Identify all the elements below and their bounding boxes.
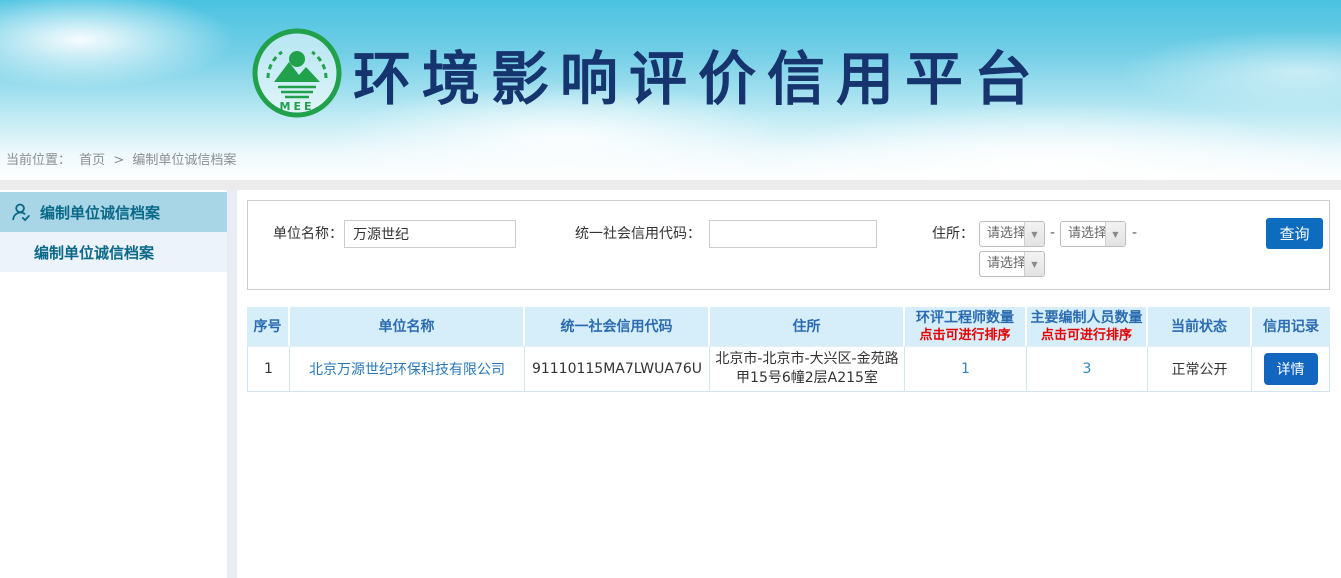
- col-header-unit-name: 单位名称: [290, 307, 525, 346]
- mee-logo-icon: MEE: [250, 26, 344, 120]
- detail-button[interactable]: 详情: [1264, 353, 1318, 385]
- col-header-credit-record: 信用记录: [1252, 307, 1330, 346]
- breadcrumb-separator: >: [113, 153, 124, 168]
- credit-code-input[interactable]: [709, 220, 877, 248]
- unit-name-link[interactable]: 北京万源世纪环保科技有限公司: [309, 362, 505, 378]
- chevron-down-icon[interactable]: ▼: [1105, 222, 1125, 246]
- engineer-count-link[interactable]: 1: [961, 361, 970, 377]
- cell-credit-code: 91110115MA7LWUA76U: [525, 346, 710, 392]
- search-panel: 单位名称： 统一社会信用代码： 住所： 请选择 ▼ - 请选择 ▼ - 请选择 …: [247, 200, 1330, 290]
- chevron-down-icon[interactable]: ▼: [1024, 222, 1044, 246]
- sidebar-content-divider: [227, 190, 237, 578]
- table-row: 1 北京万源世纪环保科技有限公司 91110115MA7LWUA76U 北京市-…: [247, 346, 1330, 392]
- staff-count-link[interactable]: 3: [1083, 361, 1092, 377]
- province-select[interactable]: 请选择 ▼: [979, 221, 1045, 247]
- sidebar-subitem-credit-archive[interactable]: 编制单位诚信档案: [0, 232, 227, 272]
- residence-label: 住所：: [932, 220, 974, 248]
- engineer-count-sort-link[interactable]: 点击可进行排序: [907, 327, 1023, 344]
- col-header-staff-count: 主要编制人员数量 点击可进行排序: [1027, 307, 1148, 346]
- district-select-value: 请选择: [980, 252, 1024, 276]
- city-select[interactable]: 请选择 ▼: [1060, 221, 1126, 247]
- logo-mee-text: MEE: [280, 100, 315, 113]
- unit-name-input[interactable]: [344, 220, 516, 248]
- breadcrumb-current: 编制单位诚信档案: [132, 153, 236, 168]
- cell-address: 北京市-北京市-大兴区-金苑路甲15号6幢2层A215室: [710, 346, 905, 392]
- page-title: 环境影响评价信用平台: [353, 32, 1043, 116]
- header-divider: [0, 180, 1341, 190]
- table-header-row: 序号 单位名称 统一社会信用代码 住所 环评工程师数量 点击可进行排序: [247, 307, 1330, 346]
- site-banner: MEE 环境影响评价信用平台 当前位置： 首页 > 编制单位诚信档案: [0, 0, 1341, 180]
- cell-index: 1: [247, 346, 290, 392]
- results-table: 序号 单位名称 统一社会信用代码 住所 环评工程师数量 点击可进行排序: [247, 307, 1330, 392]
- col-header-address: 住所: [710, 307, 905, 346]
- sidebar: 编制单位诚信档案 编制单位诚信档案: [0, 190, 227, 578]
- unit-name-label: 单位名称：: [273, 220, 343, 248]
- sidebar-item-credit-archive[interactable]: 编制单位诚信档案: [0, 192, 227, 232]
- staff-count-sort-link[interactable]: 点击可进行排序: [1029, 327, 1144, 344]
- col-header-index: 序号: [247, 307, 290, 346]
- user-check-icon: [10, 201, 32, 223]
- col-header-credit-code: 统一社会信用代码: [525, 307, 710, 346]
- content-area: 编制单位诚信档案 编制单位诚信档案 单位名称： 统一社会信用代码： 住所： 请选…: [0, 190, 1341, 578]
- province-select-value: 请选择: [980, 222, 1024, 246]
- credit-code-label: 统一社会信用代码：: [575, 220, 701, 248]
- breadcrumb-prefix: 当前位置：: [6, 153, 71, 168]
- district-select[interactable]: 请选择 ▼: [979, 251, 1045, 277]
- main-panel: 单位名称： 统一社会信用代码： 住所： 请选择 ▼ - 请选择 ▼ - 请选择 …: [247, 190, 1330, 578]
- cell-status: 正常公开: [1148, 346, 1252, 392]
- sidebar-subitem-label: 编制单位诚信档案: [34, 242, 154, 263]
- address-separator: -: [1132, 225, 1137, 241]
- address-separator: -: [1050, 225, 1055, 241]
- col-header-status: 当前状态: [1148, 307, 1252, 346]
- chevron-down-icon[interactable]: ▼: [1024, 252, 1044, 276]
- breadcrumb: 当前位置： 首页 > 编制单位诚信档案: [6, 149, 240, 168]
- query-button[interactable]: 查询: [1266, 218, 1323, 249]
- city-select-value: 请选择: [1061, 222, 1105, 246]
- breadcrumb-home-link[interactable]: 首页: [79, 153, 105, 168]
- sidebar-item-label: 编制单位诚信档案: [40, 202, 160, 223]
- col-header-engineer-count: 环评工程师数量 点击可进行排序: [905, 307, 1027, 346]
